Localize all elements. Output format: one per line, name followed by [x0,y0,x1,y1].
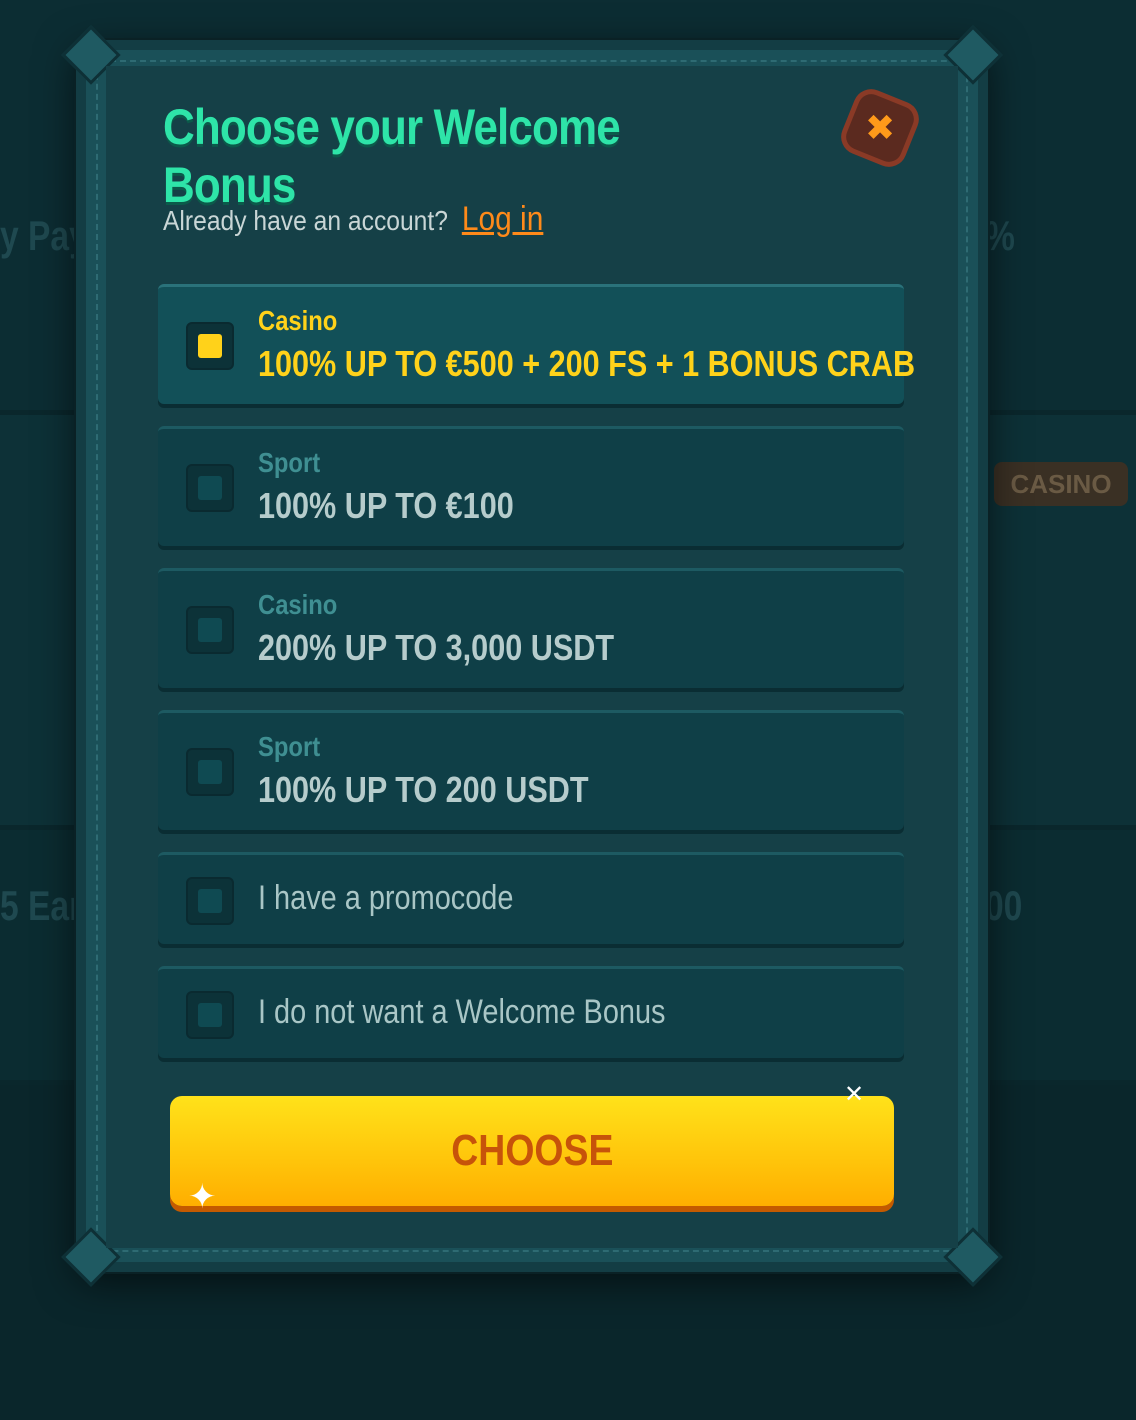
option-checkbox[interactable] [186,877,234,925]
background-text: % [985,212,1015,259]
option-offer: 100% UP TO €100 [258,485,514,526]
option-label: I do not want a Welcome Bonus [258,993,666,1031]
option-checkbox[interactable] [186,322,234,370]
checkbox-empty [198,476,222,500]
account-prompt-text: Already have an account? [163,205,448,236]
choose-button[interactable]: CHOOSE [170,1096,894,1206]
checkbox-empty [198,889,222,913]
option-offer: 200% UP TO 3,000 USDT [258,627,615,668]
bonus-option-no-bonus[interactable]: I do not want a Welcome Bonus [158,966,904,1058]
option-offer: 100% UP TO €500 + 200 FS + 1 BONUS CRAB [258,343,916,384]
option-offer: 100% UP TO 200 USDT [258,769,589,810]
background-casino-tag: CASINO [994,462,1128,506]
bonus-option-sport-usdt[interactable]: Sport 100% UP TO 200 USDT [158,710,904,830]
checkbox-empty [198,760,222,784]
login-link[interactable]: Log in [462,200,544,238]
option-checkbox[interactable] [186,606,234,654]
option-checkbox[interactable] [186,748,234,796]
close-icon: ✖ [864,106,896,148]
sparkle-icon: ✦ [188,1178,217,1216]
option-checkbox[interactable] [186,991,234,1039]
checkbox-empty [198,1003,222,1027]
bonus-option-casino-eur[interactable]: Casino 100% UP TO €500 + 200 FS + 1 BONU… [158,284,915,404]
choose-button-label: CHOOSE [450,1126,614,1175]
checkbox-checked-mark [198,334,222,358]
bonus-option-casino-usdt[interactable]: Casino 200% UP TO 3,000 USDT [158,568,904,688]
bonus-option-promocode[interactable]: I have a promocode [158,852,904,944]
option-category: Sport [258,731,321,762]
option-category: Casino [258,589,338,620]
option-checkbox[interactable] [186,464,234,512]
checkbox-empty [198,618,222,642]
account-prompt-row: Already have an account? Log in [163,200,543,239]
option-category: Casino [258,305,338,336]
sparkle-icon: ✕ [844,1081,865,1108]
option-category: Sport [258,447,321,478]
option-label: I have a promocode [258,879,514,917]
background-text: 00 [985,882,1023,929]
bonus-option-sport-eur[interactable]: Sport 100% UP TO €100 [158,426,904,546]
modal-title: Choose your Welcome Bonus [163,99,621,213]
